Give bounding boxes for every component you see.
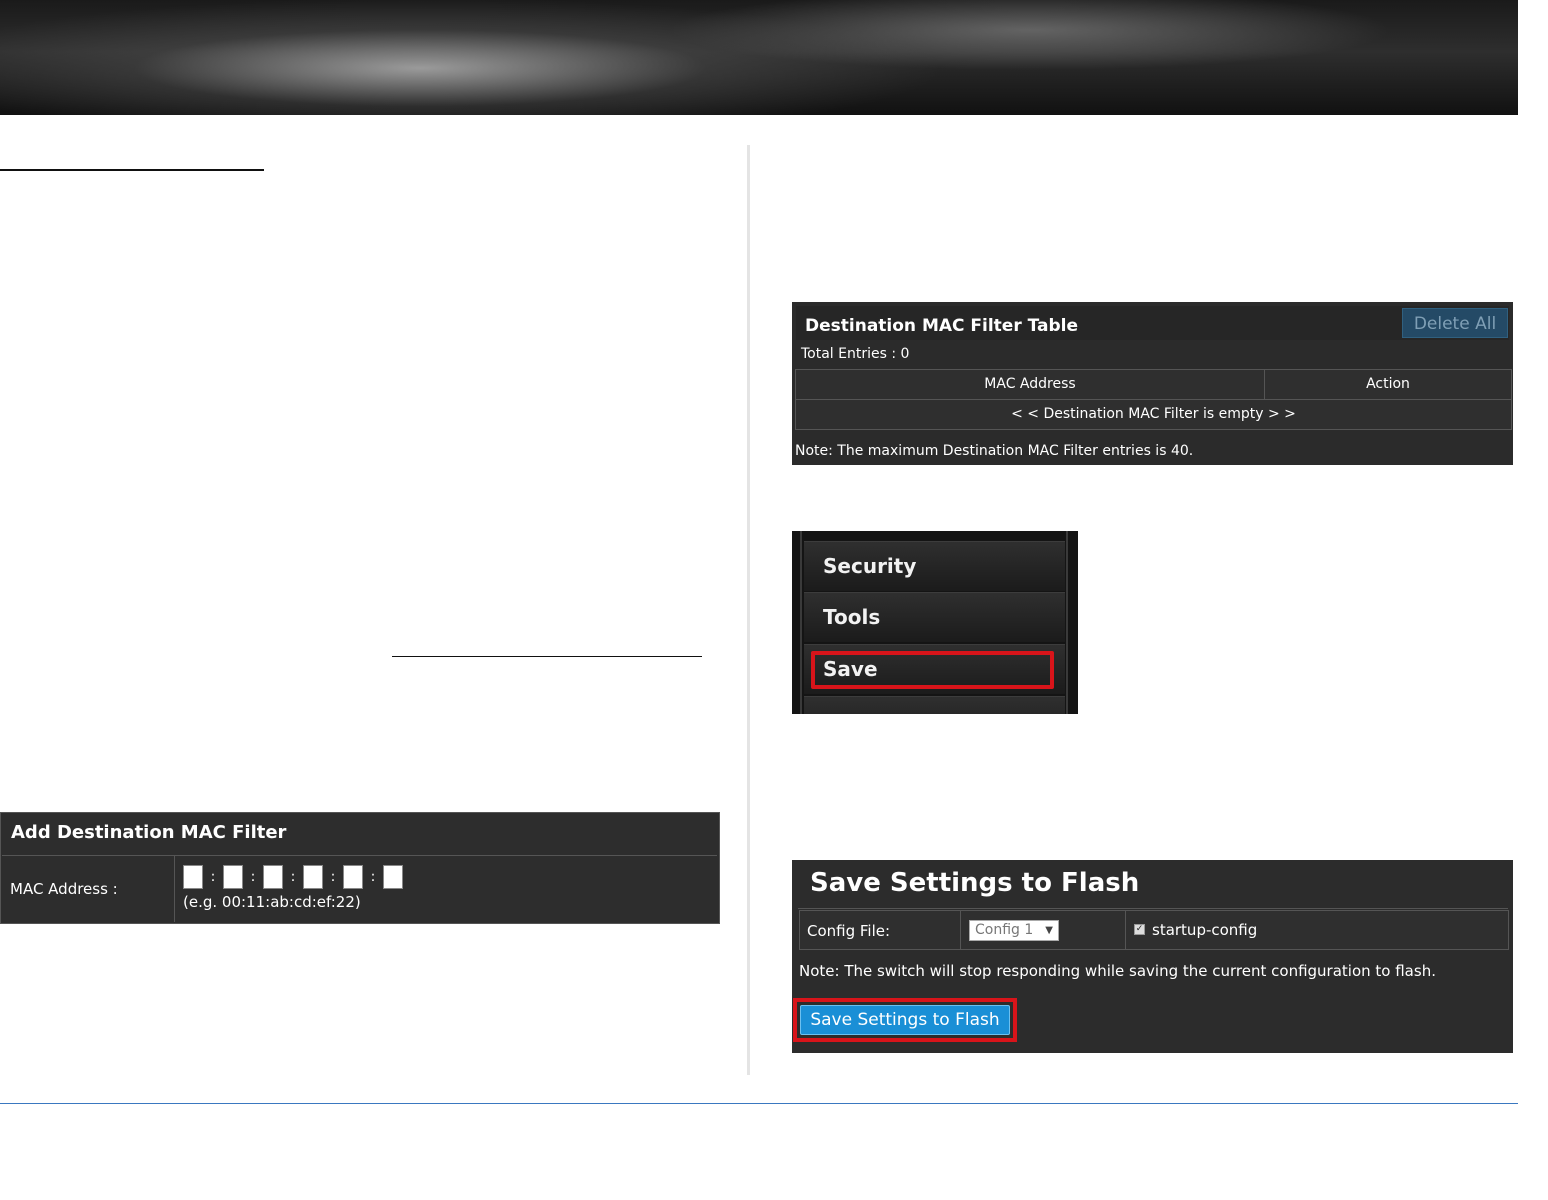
sidebar-menu: Security Tools Save xyxy=(792,531,1078,714)
table-empty-message: < < Destination MAC Filter is empty > > xyxy=(795,400,1512,430)
save-highlight-box xyxy=(811,651,1054,689)
table-note: Note: The maximum Destination MAC Filter… xyxy=(795,443,1194,459)
startup-config-cell: ✓ startup-config xyxy=(1126,911,1508,949)
add-mac-filter-panel: Add Destination MAC Filter MAC Address :… xyxy=(0,812,720,924)
config-file-label-cell: Config File: xyxy=(800,911,961,949)
footer-line xyxy=(0,1103,1518,1104)
save-settings-to-flash-button[interactable]: Save Settings to Flash xyxy=(800,1005,1010,1035)
mac-address-fields: : : : : : xyxy=(183,864,403,890)
delete-all-button[interactable]: Delete All xyxy=(1402,308,1508,338)
startup-config-checkbox[interactable]: ✓ xyxy=(1134,924,1145,935)
mac-separator: : xyxy=(370,869,376,885)
menu-left-edge xyxy=(800,531,802,714)
column-header-mac-address: MAC Address xyxy=(796,370,1265,399)
mac-octet-5-input[interactable] xyxy=(343,865,363,889)
mac-separator: : xyxy=(210,869,216,885)
heading-underline xyxy=(0,169,264,171)
sidebar-item-label: Tools xyxy=(823,605,881,629)
mac-octet-4-input[interactable] xyxy=(303,865,323,889)
config-file-select[interactable]: Config 1 ▼ xyxy=(969,920,1059,941)
chevron-down-icon: ▼ xyxy=(1045,925,1053,936)
link-underline xyxy=(392,656,702,657)
save-note: Note: The switch will stop responding wh… xyxy=(799,962,1436,980)
mac-address-row: MAC Address : : : : : : (e.g. 00:11:ab:c… xyxy=(2,855,717,922)
config-file-select-cell: Config 1 ▼ xyxy=(961,911,1126,949)
mac-octet-1-input[interactable] xyxy=(183,865,203,889)
save-settings-title: Save Settings to Flash xyxy=(810,868,1140,898)
column-header-action: Action xyxy=(1366,376,1410,392)
sidebar-item-tools[interactable]: Tools xyxy=(804,592,1065,642)
config-file-row: Config File: Config 1 ▼ ✓ startup-config xyxy=(799,910,1509,950)
column-divider xyxy=(747,145,750,1075)
startup-config-label: startup-config xyxy=(1152,921,1258,939)
save-settings-panel: Save Settings to Flash Config File: Conf… xyxy=(792,860,1513,1053)
add-mac-filter-title: Add Destination MAC Filter xyxy=(11,822,287,843)
total-entries: Total Entries : 0 xyxy=(801,346,910,362)
save-button-highlight-box: Save Settings to Flash xyxy=(793,998,1017,1042)
mac-filter-table-panel: Destination MAC Filter Table Delete All … xyxy=(792,302,1513,465)
mac-octet-6-input[interactable] xyxy=(383,865,403,889)
mac-octet-2-input[interactable] xyxy=(223,865,243,889)
config-file-selected-value: Config 1 xyxy=(975,922,1034,938)
mac-separator: : xyxy=(330,869,336,885)
mac-separator: : xyxy=(290,869,296,885)
table-header-row: MAC Address Action xyxy=(795,369,1512,400)
sidebar-item-next[interactable] xyxy=(804,696,1065,714)
mac-octet-3-input[interactable] xyxy=(263,865,283,889)
sidebar-item-label: Security xyxy=(823,554,917,578)
mac-filter-table-title: Destination MAC Filter Table xyxy=(805,316,1079,336)
mac-address-label-cell: MAC Address : xyxy=(2,856,175,922)
header-banner xyxy=(0,0,1518,115)
config-file-label: Config File: xyxy=(807,922,891,940)
mac-separator: : xyxy=(250,869,256,885)
sidebar-item-security[interactable]: Security xyxy=(804,541,1065,591)
title-divider xyxy=(798,908,1508,909)
menu-right-edge xyxy=(1066,531,1068,714)
mac-address-label: MAC Address : xyxy=(10,880,118,898)
mac-format-hint: (e.g. 00:11:ab:cd:ef:22) xyxy=(183,893,361,911)
